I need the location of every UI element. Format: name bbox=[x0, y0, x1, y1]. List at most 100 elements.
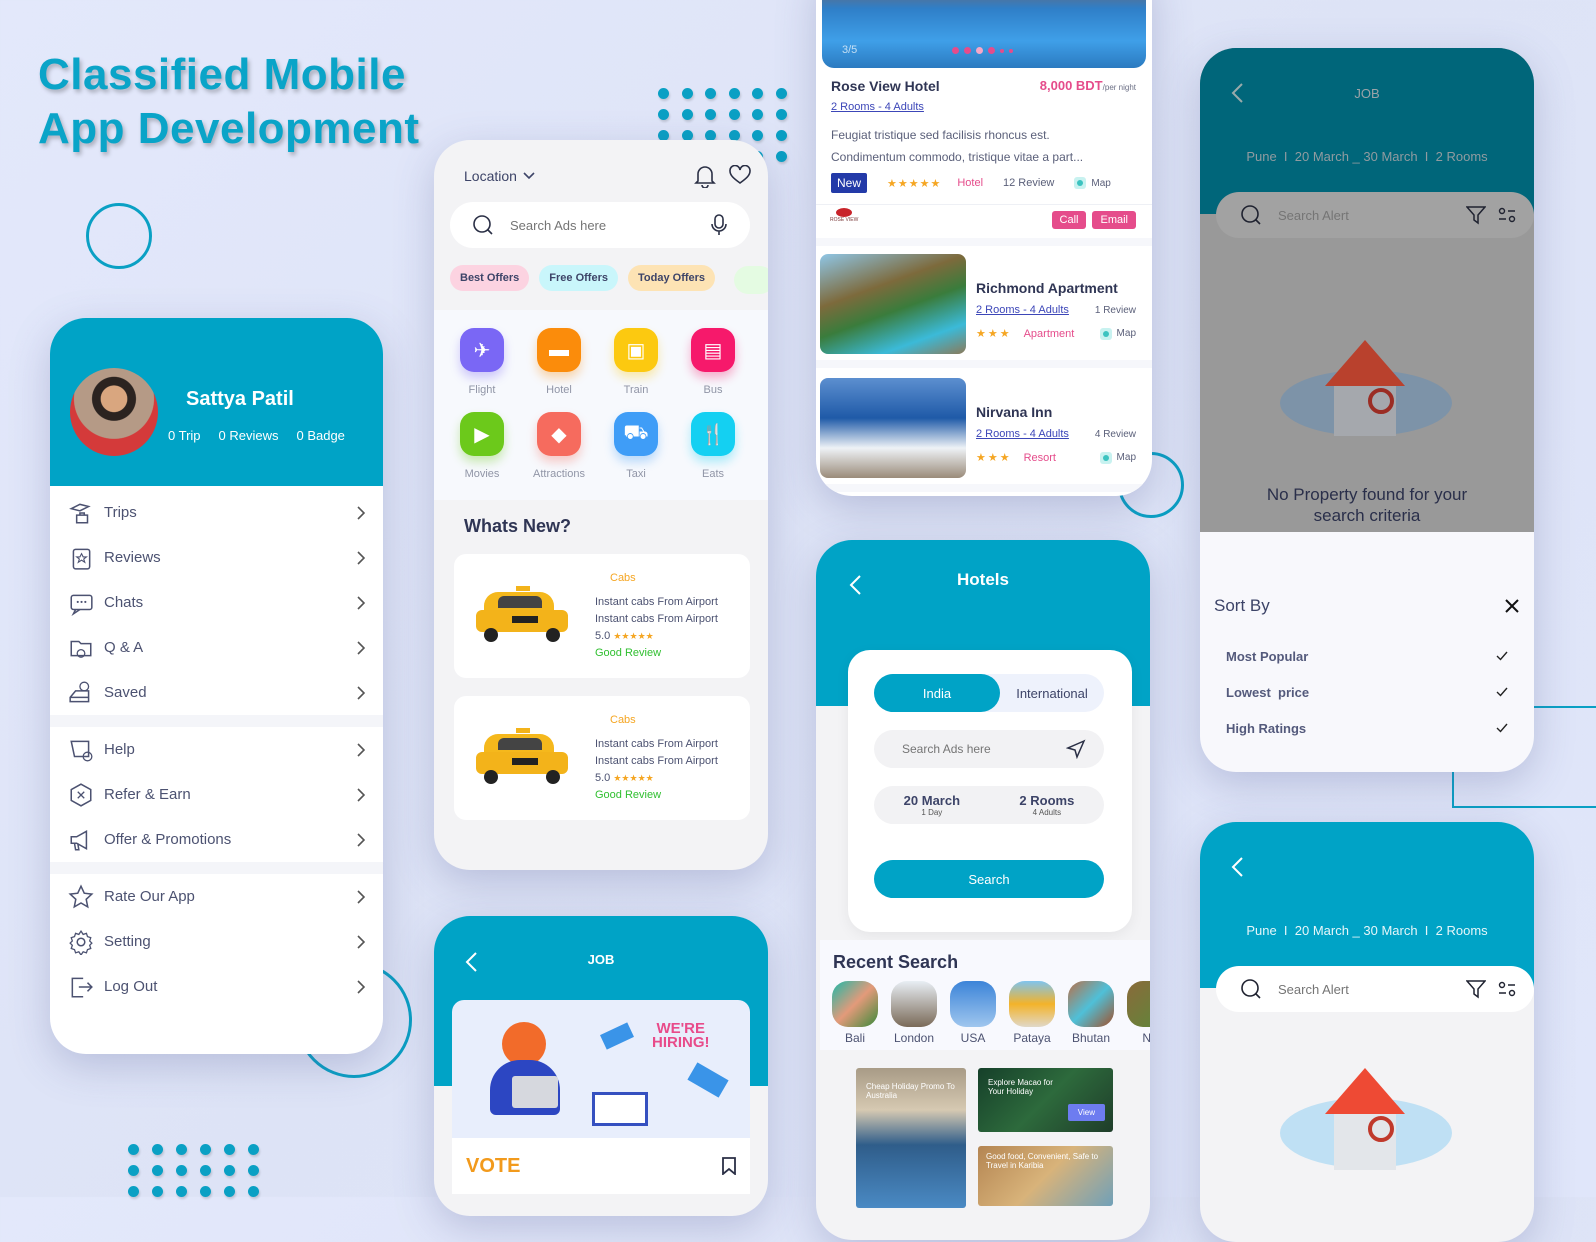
category-attractions[interactable]: ◆ Attractions bbox=[521, 412, 597, 480]
recent-search-item[interactable]: Bhutan bbox=[1068, 981, 1114, 1045]
offer-chip[interactable]: Today Offers bbox=[628, 265, 716, 291]
chevron-right-icon bbox=[357, 832, 365, 847]
recent-search-item[interactable]: USA bbox=[950, 981, 996, 1045]
recent-search-item[interactable]: Ne bbox=[1127, 981, 1150, 1045]
promo-card-karibia[interactable]: Good food, Convenient, Safe to Travel in… bbox=[978, 1146, 1113, 1206]
sliders-icon[interactable] bbox=[1498, 981, 1516, 997]
date-rooms-selector[interactable]: 20 March 1 Day 2 Rooms 4 Adults bbox=[874, 786, 1104, 824]
date-picker[interactable]: 20 March 1 Day bbox=[904, 793, 960, 817]
call-button[interactable]: Call bbox=[1051, 211, 1087, 229]
trip-summary: Pune I 20 March _ 30 March I 2 Rooms bbox=[1246, 923, 1488, 938]
offer-chip-partial[interactable] bbox=[734, 266, 768, 294]
send-icon[interactable] bbox=[1066, 739, 1086, 759]
decorative-dot bbox=[200, 1186, 211, 1197]
map-link[interactable]: Map bbox=[1074, 177, 1111, 189]
location-selector[interactable]: Location bbox=[464, 168, 535, 184]
destination-label: Ne bbox=[1142, 1031, 1150, 1045]
taxi-image bbox=[476, 728, 572, 786]
map-link[interactable]: Map bbox=[1099, 327, 1136, 340]
search-input[interactable] bbox=[510, 217, 710, 233]
sort-option[interactable]: High Ratings bbox=[1200, 710, 1534, 746]
menu-item-help[interactable]: Help bbox=[50, 727, 383, 772]
flight-icon: ✈ bbox=[460, 328, 504, 372]
menu-item-saved[interactable]: Saved bbox=[50, 670, 383, 715]
decorative-dot bbox=[248, 1165, 259, 1176]
email-button[interactable]: Email bbox=[1092, 211, 1136, 229]
category-hotel[interactable]: ▬ Hotel bbox=[521, 328, 597, 396]
menu-item-offer-promotions[interactable]: Offer & Promotions bbox=[50, 817, 383, 862]
alert-search-input[interactable] bbox=[1278, 981, 1466, 997]
menu-item-label: Chats bbox=[104, 594, 144, 611]
decorative-dot bbox=[176, 1144, 187, 1155]
sort-option[interactable]: Most Popular bbox=[1200, 638, 1534, 674]
rooms-link[interactable]: 2 Rooms - 4 Adults bbox=[976, 304, 1069, 316]
microphone-icon[interactable] bbox=[710, 214, 728, 236]
menu-item-rate-our-app[interactable]: Rate Our App bbox=[50, 874, 383, 919]
sliders-icon[interactable] bbox=[1498, 207, 1516, 223]
category-train[interactable]: ▣ Train bbox=[598, 328, 674, 396]
gallery-pagination[interactable] bbox=[952, 47, 1013, 54]
category-movies[interactable]: ▶ Movies bbox=[444, 412, 520, 480]
hotel-list-item[interactable]: Nirvana Inn 2 Rooms - 4 Adults 4 Review … bbox=[816, 374, 1152, 492]
bell-icon[interactable] bbox=[694, 164, 716, 188]
avatar[interactable] bbox=[70, 368, 158, 456]
menu-item-trips[interactable]: Trips bbox=[50, 490, 383, 535]
hotel-gallery-image[interactable]: 3/5 bbox=[822, 0, 1146, 68]
hotel-type: Apartment bbox=[1023, 327, 1075, 340]
category-taxi[interactable]: ⛟ Taxi bbox=[598, 412, 674, 480]
bookmark-icon[interactable] bbox=[722, 1157, 736, 1175]
filter-icon[interactable] bbox=[1466, 205, 1486, 225]
close-icon[interactable] bbox=[1504, 598, 1520, 614]
heart-icon[interactable] bbox=[729, 165, 751, 185]
megaphone-illustration bbox=[600, 1022, 634, 1050]
profile-stats: 0 Trip 0 Reviews 0 Badge bbox=[168, 428, 345, 443]
menu-item-log-out[interactable]: Log Out bbox=[50, 964, 383, 1009]
alert-search-input[interactable] bbox=[1278, 207, 1466, 223]
search-bar[interactable] bbox=[450, 202, 750, 248]
offer-card[interactable]: Cabs Instant cabs From Airport Instant c… bbox=[454, 554, 750, 678]
hotel-list-item[interactable]: Richmond Apartment 2 Rooms - 4 Adults 1 … bbox=[816, 250, 1152, 368]
check-icon bbox=[1496, 687, 1508, 697]
hotel-name[interactable]: Nirvana Inn bbox=[976, 404, 1052, 420]
contact-buttons: Call Email bbox=[1051, 211, 1136, 229]
menu-item-setting[interactable]: Setting bbox=[50, 919, 383, 964]
filter-icon[interactable] bbox=[1466, 979, 1486, 999]
offer-card[interactable]: Cabs Instant cabs From Airport Instant c… bbox=[454, 696, 750, 820]
category-bus[interactable]: ▤ Bus bbox=[675, 328, 751, 396]
hiring-banner[interactable]: WE'RE HIRING! bbox=[452, 1000, 750, 1138]
tab-india[interactable]: India bbox=[874, 674, 1000, 712]
rooms-link[interactable]: 2 Rooms - 4 Adults bbox=[976, 428, 1069, 440]
menu-item-refer-earn[interactable]: Refer & Earn bbox=[50, 772, 383, 817]
hotel-image[interactable] bbox=[820, 254, 966, 354]
map-link[interactable]: Map bbox=[1099, 451, 1136, 464]
hotel-search-field[interactable] bbox=[874, 730, 1104, 768]
hotel-name[interactable]: Richmond Apartment bbox=[976, 280, 1118, 296]
menu-item-reviews[interactable]: Reviews bbox=[50, 535, 383, 580]
recent-search-item[interactable]: Bali bbox=[832, 981, 878, 1045]
alert-search-bar[interactable] bbox=[1216, 192, 1534, 238]
sort-option[interactable]: Lowest price bbox=[1200, 674, 1534, 710]
hotel-list-screen: 3/5 Rose View Hotel 8,000 BDT/per night … bbox=[816, 0, 1152, 496]
rooms-link[interactable]: 2 Rooms - 4 Adults bbox=[831, 101, 924, 113]
tab-international[interactable]: International bbox=[1000, 686, 1104, 701]
view-button[interactable]: View bbox=[1067, 1104, 1105, 1121]
offer-chip[interactable]: Free Offers bbox=[539, 265, 618, 291]
menu-item-label: Log Out bbox=[104, 978, 158, 995]
menu-item-chats[interactable]: Chats bbox=[50, 580, 383, 625]
promo-card-macao[interactable]: Explore Macao for Your Holiday View bbox=[978, 1068, 1113, 1132]
category-flight[interactable]: ✈ Flight bbox=[444, 328, 520, 396]
logout-icon bbox=[68, 974, 94, 1000]
recent-search-item[interactable]: Pataya bbox=[1009, 981, 1055, 1045]
promo-card-australia[interactable]: Cheap Holiday Promo To Australia bbox=[856, 1068, 966, 1208]
menu-item-q-a[interactable]: Q & A bbox=[50, 625, 383, 670]
recent-search-item[interactable]: London bbox=[891, 981, 937, 1045]
alert-search-bar[interactable] bbox=[1216, 966, 1534, 1012]
back-arrow-icon[interactable] bbox=[1230, 856, 1244, 878]
hotel-search-input[interactable] bbox=[902, 742, 1066, 756]
hotel-name[interactable]: Rose View Hotel bbox=[831, 78, 940, 94]
hotel-image[interactable] bbox=[820, 378, 966, 478]
offer-chip[interactable]: Best Offers bbox=[450, 265, 530, 291]
rooms-picker[interactable]: 2 Rooms 4 Adults bbox=[1019, 793, 1074, 817]
search-button[interactable]: Search bbox=[874, 860, 1104, 898]
category-eats[interactable]: 🍴 Eats bbox=[675, 412, 751, 480]
